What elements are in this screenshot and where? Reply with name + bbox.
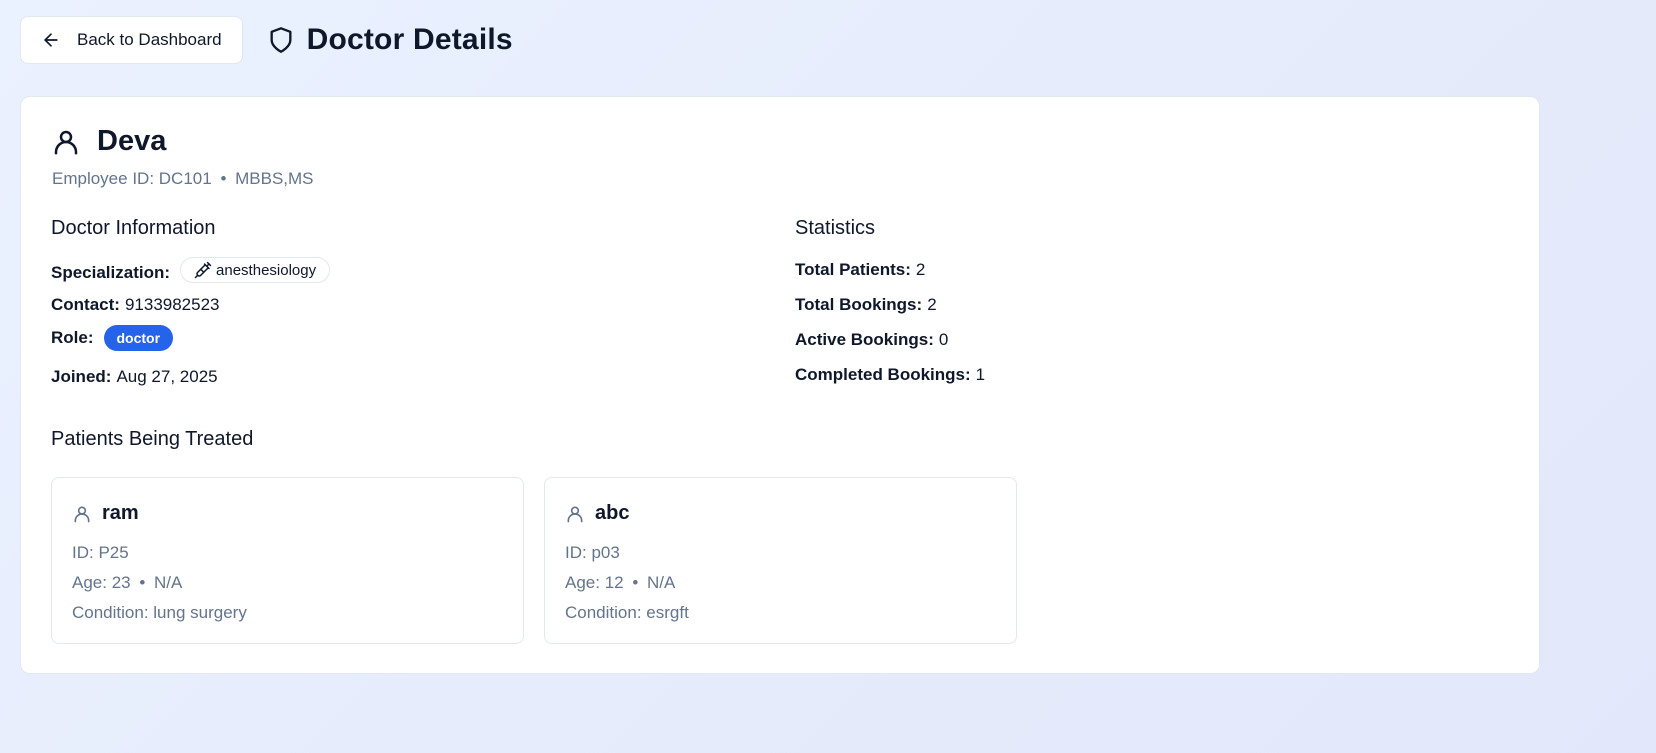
specialization-row: Specialization: anesthesiology xyxy=(51,257,331,283)
contact-row: Contact: 9133982523 xyxy=(51,295,220,315)
patient-gender: N/A xyxy=(647,573,676,592)
back-button-label: Back to Dashboard xyxy=(77,30,222,49)
page-title-group: Doctor Details xyxy=(267,23,513,57)
doctor-details-card: Deva Employee ID: DC101 • MBBS,MS Doctor… xyxy=(20,96,1540,674)
back-to-dashboard-button[interactable]: Back to Dashboard xyxy=(20,16,243,64)
stat-label: Total Bookings: xyxy=(795,295,923,314)
joined-label: Joined: xyxy=(51,367,112,386)
patient-age: Age: 12 xyxy=(565,573,624,592)
page-title: Doctor Details xyxy=(306,23,513,56)
role-label: Role: xyxy=(51,328,94,347)
shield-icon xyxy=(267,26,295,54)
contact-value: 9133982523 xyxy=(124,295,220,314)
patient-age: Age: 23 xyxy=(72,573,131,592)
doctor-information-heading: Doctor Information xyxy=(51,217,216,239)
page-header: Back to Dashboard Doctor Details xyxy=(20,16,513,64)
specialization-chip: anesthesiology xyxy=(180,257,331,283)
user-icon xyxy=(51,127,81,157)
patient-age-gender: Age: 12 • N/A xyxy=(565,573,675,593)
user-icon xyxy=(565,504,585,524)
joined-row: Joined: Aug 27, 2025 xyxy=(51,367,218,387)
role-badge: doctor xyxy=(103,325,174,351)
patient-gender: N/A xyxy=(154,573,183,592)
specialization-label: Specialization: xyxy=(51,263,171,282)
stat-row: Completed Bookings: 1 xyxy=(795,365,985,385)
stat-label: Completed Bookings: xyxy=(795,365,971,384)
statistics-heading: Statistics xyxy=(795,217,876,239)
patient-header: abc xyxy=(565,502,629,525)
patient-name: ram xyxy=(102,502,139,524)
employee-id: DC101 xyxy=(158,169,212,188)
separator: • xyxy=(220,169,227,188)
stat-row: Total Patients: 2 xyxy=(795,260,925,280)
patient-condition: Condition: esrgft xyxy=(565,603,689,622)
separator: • xyxy=(632,573,639,592)
stat-value: 1 xyxy=(975,365,986,384)
stat-row: Active Bookings: 0 xyxy=(795,330,948,350)
patient-id: ID: p03 xyxy=(565,543,620,562)
contact-label: Contact: xyxy=(51,295,120,314)
stat-label: Total Patients: xyxy=(795,260,911,279)
doctor-subtitle: Employee ID: DC101 • MBBS,MS xyxy=(52,169,314,189)
patient-header: ram xyxy=(72,502,139,525)
syringe-icon xyxy=(194,261,212,279)
role-row: Role: doctor xyxy=(51,325,174,351)
patient-id: ID: P25 xyxy=(72,543,129,562)
separator: • xyxy=(139,573,146,592)
patients-heading: Patients Being Treated xyxy=(51,428,254,450)
arrow-left-icon xyxy=(41,30,61,50)
joined-value: Aug 27, 2025 xyxy=(116,367,218,386)
patient-age-gender: Age: 23 • N/A xyxy=(72,573,182,593)
doctor-header: Deva xyxy=(51,125,166,158)
doctor-name: Deva xyxy=(97,125,167,157)
stat-value: 2 xyxy=(927,295,937,314)
patient-card[interactable]: ram ID: P25 Age: 23 • N/A Condition: lun… xyxy=(51,477,524,644)
qualification: MBBS,MS xyxy=(235,169,314,188)
stat-row: Total Bookings: 2 xyxy=(795,295,937,315)
specialization-value: anesthesiology xyxy=(216,261,317,279)
patient-card[interactable]: abc ID: p03 Age: 12 • N/A Condition: esr… xyxy=(544,477,1017,644)
stat-value: 0 xyxy=(938,330,949,349)
stat-value: 2 xyxy=(915,260,926,279)
stat-label: Active Bookings: xyxy=(795,330,934,349)
patient-condition: Condition: lung surgery xyxy=(72,603,247,622)
patient-name: abc xyxy=(595,502,630,524)
employee-id-label: Employee ID: xyxy=(52,169,155,188)
user-icon xyxy=(72,504,92,524)
